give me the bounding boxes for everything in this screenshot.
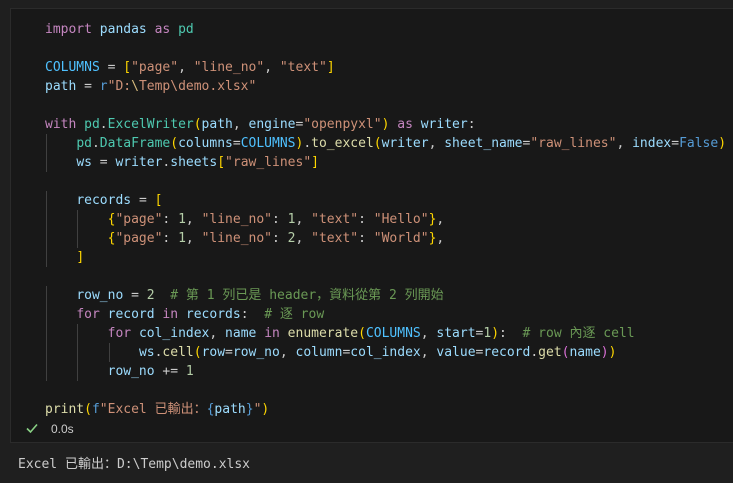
- code-line[interactable]: for record in records: # 逐 row: [11, 305, 733, 324]
- code-line[interactable]: [11, 381, 733, 400]
- code-line[interactable]: row_no = 2 # 第 1 列已是 header，資料從第 2 列開始: [11, 286, 733, 305]
- code-line[interactable]: path = r"D:\Temp\demo.xlsx": [11, 77, 733, 96]
- code-line[interactable]: ]: [11, 248, 733, 267]
- code-text: COLUMNS = ["page", "line_no", "text"]: [45, 60, 335, 75]
- code-text: ]: [76, 250, 85, 265]
- code-line[interactable]: [11, 39, 733, 58]
- code-line[interactable]: [11, 267, 733, 286]
- code-line[interactable]: [11, 172, 733, 191]
- code-line[interactable]: for col_index, name in enumerate(COLUMNS…: [11, 324, 733, 343]
- code-line[interactable]: {"page": 1, "line_no": 2, "text": "World…: [11, 229, 733, 248]
- execution-status-bar: 0.0s: [11, 418, 733, 442]
- code-line[interactable]: [11, 96, 733, 115]
- code-text: row_no = 2 # 第 1 列已是 header，資料從第 2 列開始: [76, 288, 444, 303]
- code-editor[interactable]: import pandas as pd COLUMNS = ["page", "l…: [11, 20, 733, 420]
- code-text: with pd.ExcelWriter(path, engine="openpy…: [45, 117, 476, 132]
- code-text: ws = writer.sheets["raw_lines"]: [76, 155, 319, 170]
- code-text: ws.cell(row=row_no, column=col_index, va…: [138, 345, 617, 360]
- code-text: records = [: [76, 193, 163, 208]
- code-line[interactable]: ws.cell(row=row_no, column=col_index, va…: [11, 343, 733, 362]
- code-text: path = r"D:\Temp\demo.xlsx": [45, 79, 257, 94]
- code-line[interactable]: row_no += 1: [11, 362, 733, 381]
- code-text: {"page": 1, "line_no": 1, "text": "Hello…: [107, 212, 445, 227]
- code-text: pd.DataFrame(columns=COLUMNS).to_excel(w…: [76, 136, 727, 151]
- code-text: {"page": 1, "line_no": 2, "text": "World…: [107, 231, 445, 246]
- code-line[interactable]: import pandas as pd: [11, 20, 733, 39]
- code-text: print(f"Excel 已輸出：{path}"): [45, 402, 270, 417]
- code-text: import pandas as pd: [45, 22, 194, 37]
- code-line[interactable]: with pd.ExcelWriter(path, engine="openpy…: [11, 115, 733, 134]
- code-text: row_no += 1: [107, 364, 194, 379]
- notebook: import pandas as pd COLUMNS = ["page", "l…: [0, 0, 733, 483]
- code-line[interactable]: print(f"Excel 已輸出：{path}"): [11, 400, 733, 419]
- cell-output: Excel 已輸出：D:\Temp\demo.xlsx: [18, 457, 251, 472]
- execution-time: 0.0s: [51, 422, 74, 436]
- code-line[interactable]: ws = writer.sheets["raw_lines"]: [11, 153, 733, 172]
- code-line[interactable]: COLUMNS = ["page", "line_no", "text"]: [11, 58, 733, 77]
- code-line[interactable]: {"page": 1, "line_no": 1, "text": "Hello…: [11, 210, 733, 229]
- check-icon: [26, 423, 38, 434]
- code-text: for record in records: # 逐 row: [76, 307, 325, 322]
- code-cell[interactable]: import pandas as pd COLUMNS = ["page", "l…: [10, 8, 733, 443]
- code-line[interactable]: pd.DataFrame(columns=COLUMNS).to_excel(w…: [11, 134, 733, 153]
- code-text: for col_index, name in enumerate(COLUMNS…: [107, 326, 635, 341]
- code-line[interactable]: records = [: [11, 191, 733, 210]
